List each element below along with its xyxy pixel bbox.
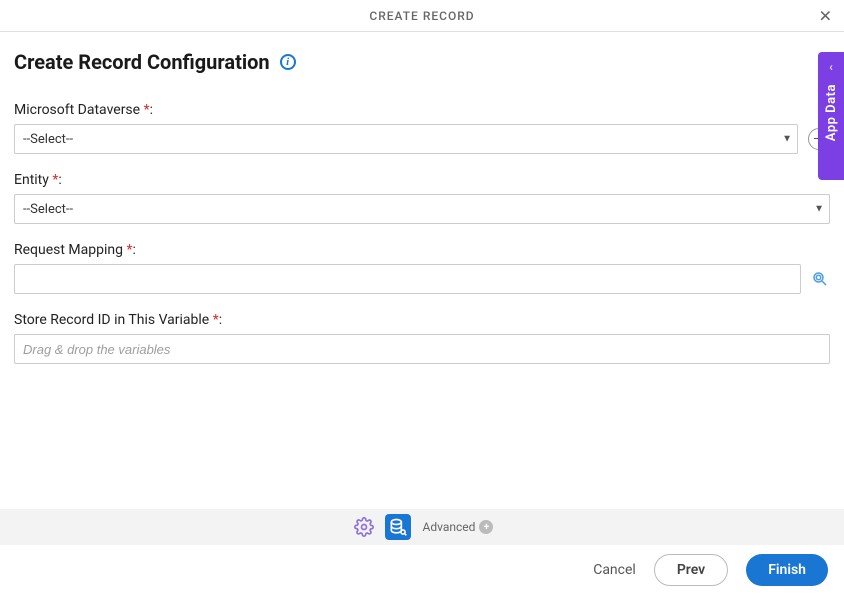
gear-icon[interactable] [351, 514, 377, 540]
field-dataverse: Microsoft Dataverse *: --Select-- ▼ ＋ [14, 102, 830, 154]
dataverse-select[interactable]: --Select-- ▼ [14, 124, 798, 154]
entity-label: Entity *: [14, 172, 830, 188]
request-mapping-input[interactable] [14, 264, 801, 294]
prev-button[interactable]: Prev [654, 554, 728, 586]
close-icon[interactable]: ✕ [819, 6, 832, 25]
dialog-header: CREATE RECORD ✕ [0, 0, 844, 32]
magnifier-icon[interactable] [811, 269, 830, 289]
dataverse-label: Microsoft Dataverse *: [14, 102, 830, 118]
store-variable-input[interactable] [14, 334, 830, 364]
finish-button[interactable]: Finish [746, 554, 828, 586]
advanced-button[interactable]: Advanced + [423, 520, 494, 534]
entity-select[interactable]: --Select-- ▼ [14, 194, 830, 224]
chevron-left-icon: ‹ [829, 60, 833, 74]
page-title: Create Record Configuration [14, 50, 270, 74]
request-mapping-label: Request Mapping *: [14, 242, 830, 258]
footer: Cancel Prev Finish [0, 545, 844, 595]
store-variable-label: Store Record ID in This Variable *: [14, 312, 830, 328]
cancel-button[interactable]: Cancel [593, 562, 636, 578]
page-title-row: Create Record Configuration i [14, 50, 830, 74]
field-store-variable: Store Record ID in This Variable *: [14, 312, 830, 364]
database-icon[interactable] [385, 514, 411, 540]
entity-value: --Select-- [23, 202, 73, 217]
info-icon[interactable]: i [280, 54, 296, 70]
toolbar: Advanced + [0, 509, 844, 545]
content-area: Create Record Configuration i Microsoft … [0, 32, 844, 364]
dialog-title: CREATE RECORD [369, 9, 474, 23]
app-data-tab[interactable]: ‹ App Data [818, 52, 844, 180]
dataverse-value: --Select-- [23, 132, 73, 147]
app-data-label: App Data [824, 84, 839, 141]
field-entity: Entity *: --Select-- ▼ [14, 172, 830, 224]
field-request-mapping: Request Mapping *: [14, 242, 830, 294]
plus-icon: + [479, 520, 493, 534]
